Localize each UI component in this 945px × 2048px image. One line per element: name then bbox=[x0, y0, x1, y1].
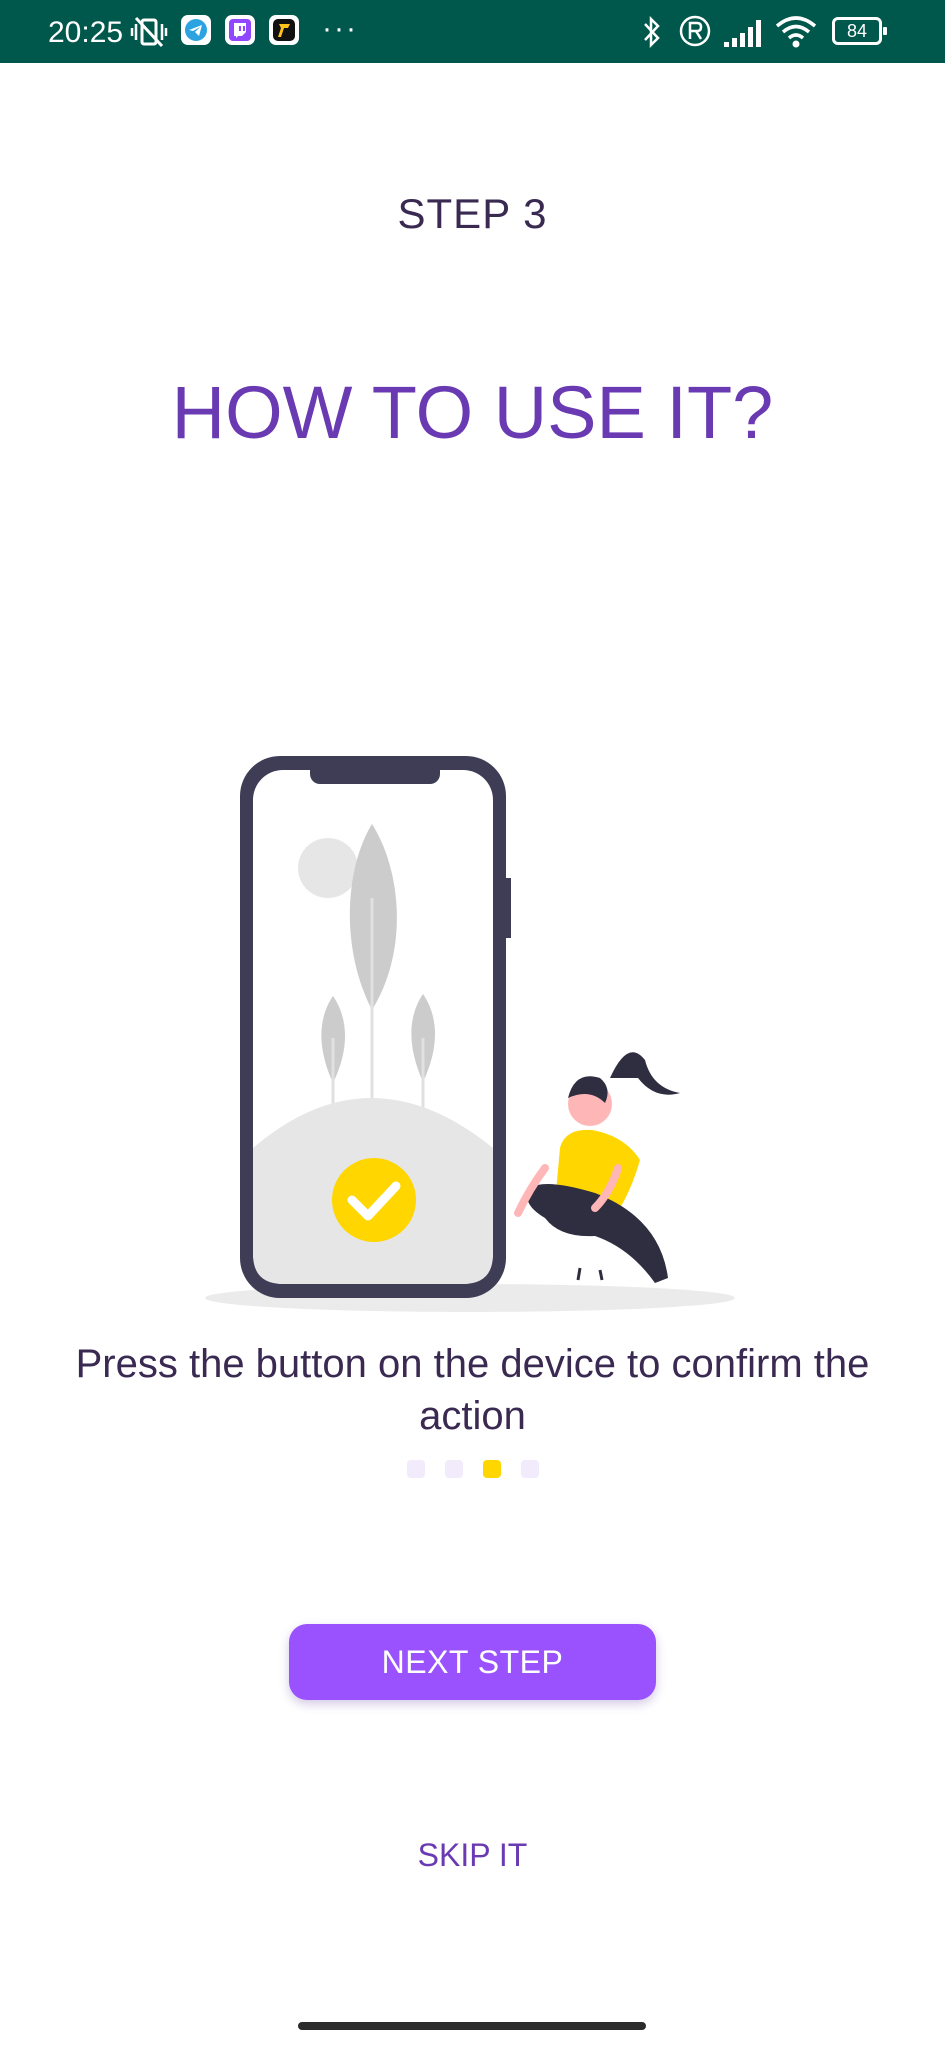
page-dot-3-active[interactable] bbox=[482, 1460, 501, 1478]
page-dot-1[interactable] bbox=[406, 1460, 425, 1478]
app-icon bbox=[269, 15, 299, 45]
step-label: STEP 3 bbox=[397, 190, 548, 237]
page-title: HOW TO USE IT? bbox=[171, 371, 774, 454]
twitch-icon bbox=[225, 15, 255, 45]
phone-confirm-illustration bbox=[205, 756, 735, 1312]
telegram-icon bbox=[181, 15, 211, 45]
page-dot-4[interactable] bbox=[520, 1460, 539, 1478]
status-bar: 20:25 ··· 84 bbox=[0, 0, 945, 63]
home-indicator[interactable] bbox=[298, 2022, 646, 2030]
skip-button[interactable]: SKIP IT bbox=[360, 1830, 585, 1880]
pagination-dots bbox=[0, 1460, 945, 1483]
battery-icon: 84 bbox=[832, 17, 887, 45]
registered-icon bbox=[679, 15, 711, 47]
more-notifications-icon: ··· bbox=[322, 12, 358, 45]
bluetooth-icon bbox=[644, 15, 660, 49]
page-dot-2[interactable] bbox=[444, 1460, 463, 1478]
wifi-icon bbox=[775, 16, 817, 48]
signal-icon bbox=[724, 20, 761, 47]
status-time: 20:25 bbox=[48, 16, 124, 49]
step-description: Press the button on the device to confir… bbox=[75, 1342, 870, 1438]
next-step-button[interactable]: NEXT STEP bbox=[289, 1624, 656, 1700]
vibrate-off-icon bbox=[130, 16, 168, 48]
